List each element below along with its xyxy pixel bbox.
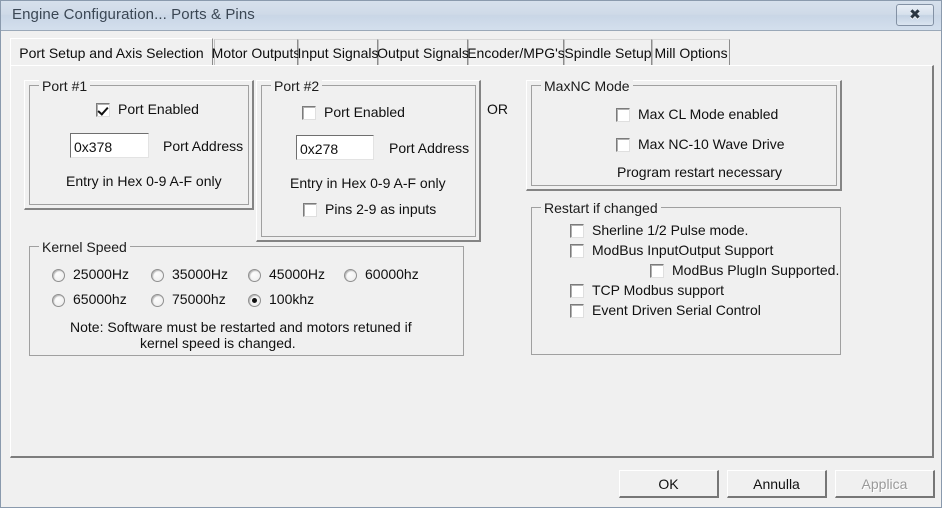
tab-label: Encoder/MPG's — [467, 44, 565, 61]
port1-address-input[interactable] — [70, 133, 149, 158]
tab-port-setup-and-axis-selection[interactable]: Port Setup and Axis Selection — [10, 38, 213, 66]
kernel-speed-label-45000hz: 45000Hz — [269, 266, 326, 282]
kernel-speed-note-line2: kernel speed is changed. — [140, 335, 296, 351]
port2-enabled-label: Port Enabled — [324, 104, 405, 120]
or-label: OR — [487, 101, 508, 117]
event-driven-serial-control-label: Event Driven Serial Control — [592, 302, 761, 318]
ok-button-label: OK — [658, 475, 679, 492]
port2-pins-checkbox[interactable] — [303, 203, 317, 217]
port2-address-label: Port Address — [389, 140, 470, 156]
kernel-speed-radio-65000hz[interactable] — [52, 294, 65, 307]
modbus-plugin-supported-checkbox[interactable] — [650, 264, 664, 278]
kernel-speed-label-35000hz: 35000Hz — [172, 266, 229, 282]
port1-group-title: Port #1 — [39, 78, 91, 94]
tab-spindle-setup[interactable]: Spindle Setup — [564, 39, 652, 65]
port2-group: Port #2 Port Enabled Port Address Entry … — [261, 78, 476, 237]
tab-encoder-mpgs[interactable]: Encoder/MPG's — [467, 39, 565, 65]
restart-group-title: Restart if changed — [541, 200, 661, 216]
tab-label: Spindle Setup — [564, 44, 652, 61]
tab-motor-outputs[interactable]: Motor Outputs — [211, 39, 301, 65]
tab-page-port-setup: Port #1 Port Enabled Port Address Entry … — [10, 65, 934, 458]
sherline-pulse-mode-checkbox[interactable] — [570, 224, 584, 238]
max-cl-mode-label: Max CL Mode enabled — [638, 106, 779, 122]
tab-input-signals[interactable]: Input Signals — [298, 39, 378, 65]
kernel-speed-radio-100khz[interactable] — [248, 294, 261, 307]
kernel-speed-label-25000hz: 25000Hz — [73, 266, 130, 282]
engine-configuration-window: Engine Configuration... Ports & Pins ✖ P… — [0, 0, 942, 508]
kernel-speed-group: Kernel Speed 25000Hz 35000Hz 45000Hz 600… — [29, 239, 464, 356]
tab-label: Mill Options — [654, 44, 728, 61]
port2-hex-note: Entry in Hex 0-9 A-F only — [290, 175, 446, 191]
tab-output-signals[interactable]: Output Signals — [377, 39, 469, 65]
tcp-modbus-support-label: TCP Modbus support — [592, 282, 725, 298]
tab-label: Motor Outputs — [211, 44, 301, 61]
kernel-speed-radio-35000hz[interactable] — [151, 269, 164, 282]
maxnc-note: Program restart necessary — [617, 164, 782, 180]
modbus-plugin-supported-label: ModBus PlugIn Supported. — [672, 262, 840, 278]
port1-enabled-checkbox[interactable] — [96, 103, 110, 117]
cancel-button[interactable]: Annulla — [727, 470, 827, 498]
kernel-speed-radio-25000hz[interactable] — [52, 269, 65, 282]
port1-group: Port #1 Port Enabled Port Address Entry … — [29, 78, 249, 205]
kernel-speed-label-60000hz: 60000hz — [365, 266, 419, 282]
port2-group-title: Port #2 — [271, 78, 323, 94]
port2-enabled-checkbox[interactable] — [302, 106, 316, 120]
port2-address-input[interactable] — [296, 135, 374, 160]
ok-button[interactable]: OK — [619, 470, 719, 498]
port1-hex-note: Entry in Hex 0-9 A-F only — [66, 173, 222, 189]
kernel-speed-radio-45000hz[interactable] — [248, 269, 261, 282]
modbus-inputoutput-support-label: ModBus InputOutput Support — [592, 242, 774, 258]
max-nc10-wave-drive-label: Max NC-10 Wave Drive — [638, 136, 785, 152]
close-x-icon: ✖ — [909, 7, 921, 23]
tab-label: Input Signals — [297, 44, 379, 61]
port1-enabled-label: Port Enabled — [118, 101, 199, 117]
port1-address-label: Port Address — [163, 138, 244, 154]
maxnc-group-title: MaxNC Mode — [541, 78, 633, 94]
kernel-speed-group-title: Kernel Speed — [39, 239, 130, 255]
max-nc10-wave-drive-checkbox[interactable] — [616, 138, 630, 152]
kernel-speed-label-100khz: 100khz — [269, 291, 315, 307]
kernel-speed-note-line1: Note: Software must be restarted and mot… — [70, 319, 412, 335]
apply-button: Applica — [835, 470, 935, 498]
cancel-button-label: Annulla — [753, 475, 800, 492]
kernel-speed-radio-75000hz[interactable] — [151, 294, 164, 307]
close-button[interactable]: ✖ — [896, 4, 934, 26]
kernel-speed-label-65000hz: 65000hz — [73, 291, 127, 307]
kernel-speed-label-75000hz: 75000hz — [172, 291, 226, 307]
port2-pins-label: Pins 2-9 as inputs — [325, 201, 437, 217]
tcp-modbus-support-checkbox[interactable] — [570, 284, 584, 298]
apply-button-label: Applica — [861, 475, 908, 492]
maxnc-group: MaxNC Mode Max CL Mode enabled Max NC-10… — [531, 78, 837, 186]
kernel-speed-radio-60000hz[interactable] — [344, 269, 357, 282]
tab-label: Port Setup and Axis Selection — [19, 44, 204, 61]
restart-if-changed-group: Restart if changed Sherline 1/2 Pulse mo… — [531, 200, 841, 355]
sherline-pulse-mode-label: Sherline 1/2 Pulse mode. — [592, 222, 749, 238]
event-driven-serial-control-checkbox[interactable] — [570, 304, 584, 318]
modbus-inputoutput-support-checkbox[interactable] — [570, 244, 584, 258]
tab-mill-options[interactable]: Mill Options — [652, 39, 730, 65]
tab-strip: Port Setup and Axis Selection Motor Outp… — [10, 38, 934, 66]
max-cl-mode-checkbox[interactable] — [616, 108, 630, 122]
tab-label: Output Signals — [377, 44, 469, 61]
window-titlebar: Engine Configuration... Ports & Pins ✖ — [1, 1, 941, 31]
window-title: Engine Configuration... Ports & Pins — [12, 6, 255, 23]
